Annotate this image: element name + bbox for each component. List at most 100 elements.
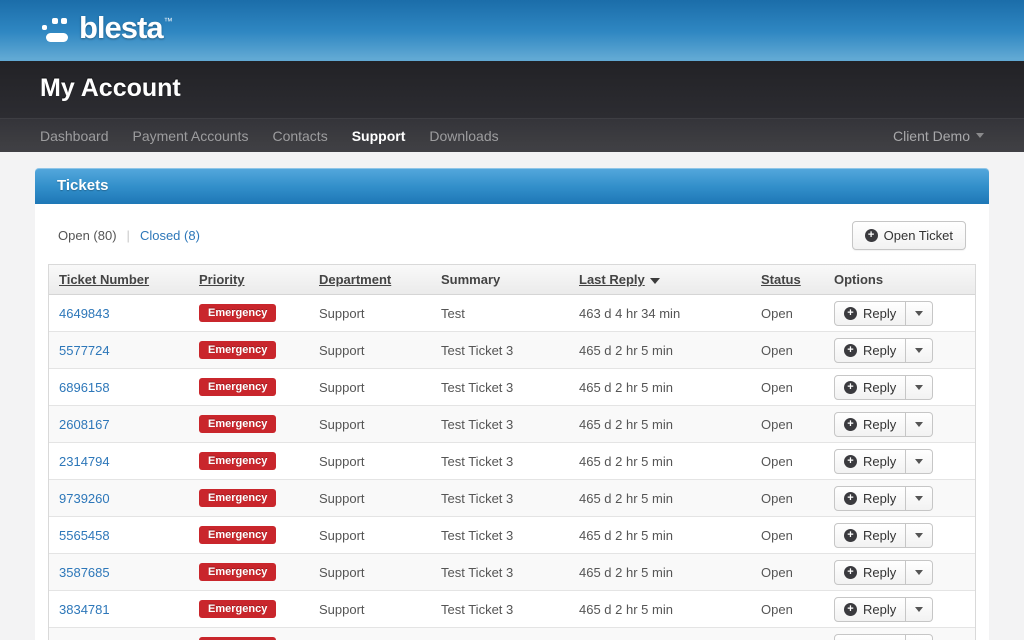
ticket-number-link[interactable]: 4649843 [59,306,110,321]
reply-button[interactable]: Reply [834,523,906,548]
reply-dropdown-toggle[interactable] [906,560,933,585]
department-cell: Support [309,591,431,628]
nav-item-dashboard[interactable]: Dashboard [40,128,109,144]
ticket-number-link[interactable]: 3834781 [59,602,110,617]
priority-badge: Emergency [199,563,276,581]
reply-button[interactable]: Reply [834,560,906,585]
plus-circle-icon [844,418,857,431]
table-row: 3587685 Emergency Support Test Ticket 3 … [49,554,975,591]
priority-badge: Emergency [199,600,276,618]
last-reply-cell: 465 d 2 hr 5 min [569,628,751,640]
status-cell: Open [751,369,824,406]
user-menu[interactable]: Client Demo [893,128,984,144]
table-row: 2608167 Emergency Support Test Ticket 3 … [49,406,975,443]
column-department[interactable]: Department [309,265,431,295]
last-reply-cell: 465 d 2 hr 5 min [569,443,751,480]
ticket-number-link[interactable]: 2314794 [59,454,110,469]
table-row: 6250945 Emergency Support Test Ticket 3 … [49,628,975,640]
plus-circle-icon [844,344,857,357]
nav-item-contacts[interactable]: Contacts [272,128,327,144]
column-status[interactable]: Status [751,265,824,295]
reply-button-group: Reply [834,449,933,474]
tickets-panel-header: Tickets [35,168,989,204]
status-cell: Open [751,517,824,554]
tickets-table-body: 4649843 Emergency Support Test 463 d 4 h… [49,295,975,640]
reply-button[interactable]: Reply [834,375,906,400]
reply-button[interactable]: Reply [834,338,906,363]
department-cell: Support [309,406,431,443]
reply-button[interactable]: Reply [834,486,906,511]
reply-dropdown-toggle[interactable] [906,375,933,400]
main-nav: Dashboard Payment Accounts Contacts Supp… [0,118,1024,152]
reply-button-label: Reply [863,565,896,580]
ticket-number-link[interactable]: 3587685 [59,565,110,580]
plus-circle-icon [844,603,857,616]
summary-cell: Test Ticket 3 [431,369,569,406]
reply-dropdown-toggle[interactable] [906,449,933,474]
table-row: 6896158 Emergency Support Test Ticket 3 … [49,369,975,406]
summary-cell: Test Ticket 3 [431,554,569,591]
reply-dropdown-toggle[interactable] [906,486,933,511]
status-cell: Open [751,591,824,628]
ticket-number-link[interactable]: 9739260 [59,491,110,506]
open-ticket-label: Open Ticket [884,228,953,243]
reply-button[interactable]: Reply [834,634,906,640]
summary-cell: Test Ticket 3 [431,443,569,480]
chevron-down-icon [915,496,923,501]
filter-closed-tickets[interactable]: Closed (8) [140,228,200,243]
sort-desc-icon [650,278,660,284]
reply-dropdown-toggle[interactable] [906,338,933,363]
reply-button[interactable]: Reply [834,597,906,622]
reply-button[interactable]: Reply [834,301,906,326]
table-row: 5577724 Emergency Support Test Ticket 3 … [49,332,975,369]
department-cell: Support [309,443,431,480]
reply-button[interactable]: Reply [834,412,906,437]
last-reply-cell: 465 d 2 hr 5 min [569,517,751,554]
reply-dropdown-toggle[interactable] [906,634,933,640]
ticket-number-link[interactable]: 6896158 [59,380,110,395]
chevron-down-icon [915,533,923,538]
reply-button-label: Reply [863,491,896,506]
reply-dropdown-toggle[interactable] [906,597,933,622]
filter-open-tickets[interactable]: Open (80) [58,228,117,243]
blesta-logo[interactable]: blesta ™ [40,10,173,49]
department-cell: Support [309,295,431,332]
open-ticket-button[interactable]: Open Ticket [852,221,966,250]
chevron-down-icon [915,422,923,427]
ticket-number-link[interactable]: 5565458 [59,528,110,543]
reply-dropdown-toggle[interactable] [906,412,933,437]
reply-dropdown-toggle[interactable] [906,301,933,326]
priority-badge: Emergency [199,378,276,396]
reply-button-label: Reply [863,454,896,469]
summary-cell: Test Ticket 3 [431,480,569,517]
table-header-row: Ticket Number Priority Department Summar… [49,265,975,295]
ticket-number-link[interactable]: 5577724 [59,343,110,358]
reply-dropdown-toggle[interactable] [906,523,933,548]
column-last-reply[interactable]: Last Reply [569,265,751,295]
nav-item-downloads[interactable]: Downloads [429,128,498,144]
reply-button-label: Reply [863,343,896,358]
ticket-filters: Open (80) | Closed (8) Open Ticket [48,217,976,264]
summary-cell: Test Ticket 3 [431,591,569,628]
department-cell: Support [309,332,431,369]
chevron-down-icon [915,607,923,612]
column-priority[interactable]: Priority [189,265,309,295]
nav-item-support[interactable]: Support [352,128,406,144]
reply-button[interactable]: Reply [834,449,906,474]
status-cell: Open [751,480,824,517]
priority-badge: Emergency [199,304,276,322]
department-cell: Support [309,628,431,640]
table-row: 5565458 Emergency Support Test Ticket 3 … [49,517,975,554]
tickets-table-wrap: Ticket Number Priority Department Summar… [48,264,976,640]
column-options: Options [824,265,975,295]
reply-button-group: Reply [834,560,933,585]
status-cell: Open [751,295,824,332]
column-ticket-number[interactable]: Ticket Number [49,265,189,295]
table-row: 4649843 Emergency Support Test 463 d 4 h… [49,295,975,332]
reply-button-group: Reply [834,597,933,622]
ticket-number-link[interactable]: 2608167 [59,417,110,432]
chevron-down-icon [915,385,923,390]
nav-item-payment-accounts[interactable]: Payment Accounts [133,128,249,144]
last-reply-cell: 465 d 2 hr 5 min [569,480,751,517]
logo-trademark: ™ [164,16,173,26]
